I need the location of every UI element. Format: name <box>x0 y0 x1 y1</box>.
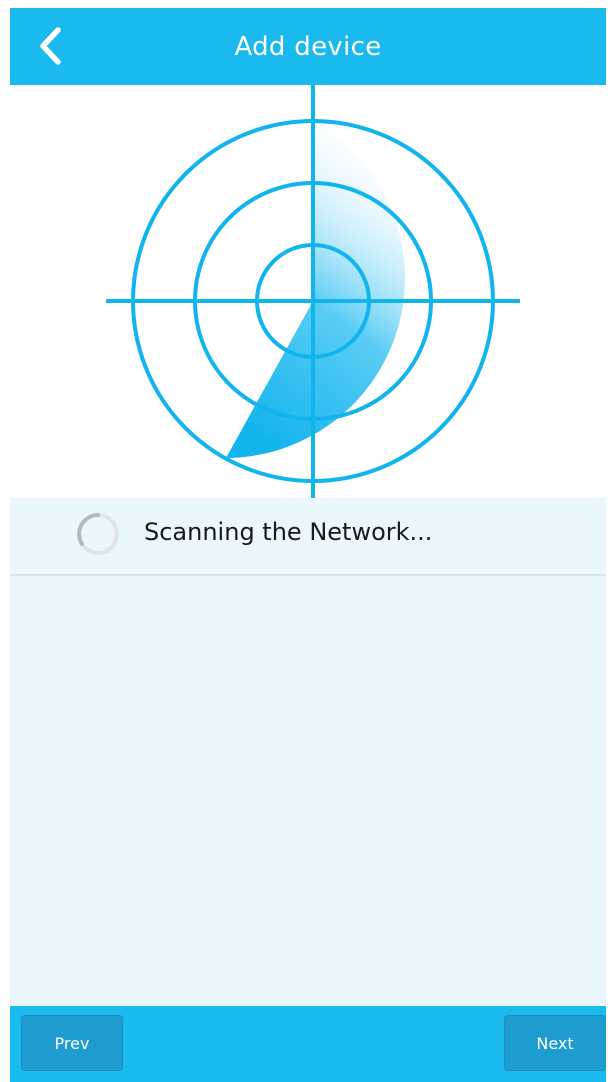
page-title: Add device <box>234 31 382 62</box>
scan-status-row: Scanning the Network... <box>10 498 606 576</box>
radar-scanner <box>10 85 606 498</box>
loading-spinner-icon <box>77 513 119 555</box>
footer-bar: Prev Next <box>10 1006 606 1082</box>
scan-status-text: Scanning the Network... <box>144 518 433 546</box>
next-button[interactable]: Next <box>504 1015 606 1071</box>
header-bar: Add device <box>10 8 606 85</box>
back-button[interactable] <box>28 22 72 70</box>
scan-results-panel: Scanning the Network... <box>10 498 606 1014</box>
prev-button[interactable]: Prev <box>21 1015 123 1071</box>
radar-icon <box>106 85 520 498</box>
chevron-left-icon <box>40 27 61 65</box>
app-screen: Add device Scanning the Network... Prev … <box>10 8 606 1082</box>
